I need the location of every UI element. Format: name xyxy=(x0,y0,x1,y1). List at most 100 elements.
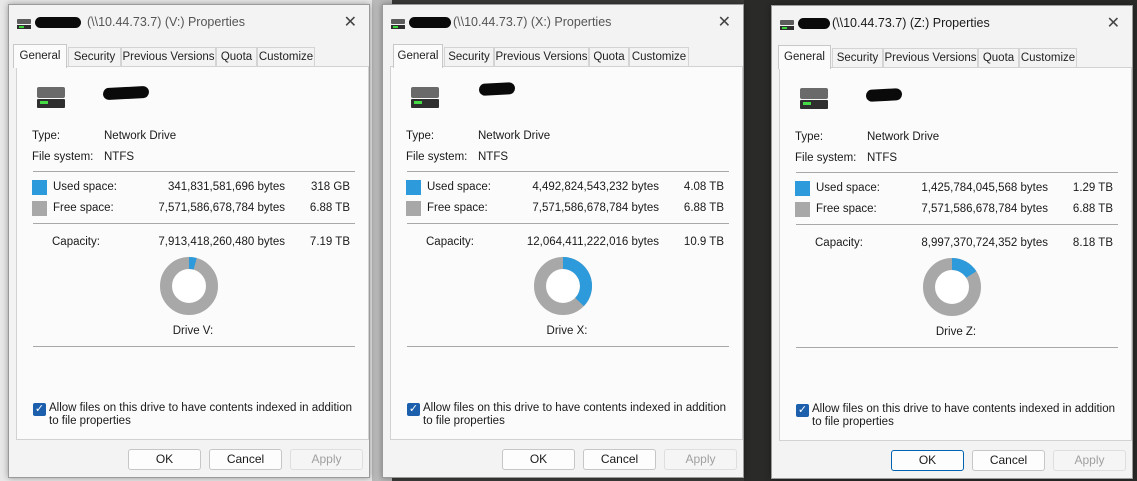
tab-security[interactable]: Security xyxy=(444,47,494,67)
general-panel: Type: Network Drive File system: NTFS Us… xyxy=(390,66,743,440)
index-contents-label[interactable]: Allow files on this drive to have conten… xyxy=(812,403,1122,429)
free-space-label: Free space: xyxy=(53,202,114,214)
capacity-label: Capacity: xyxy=(426,236,474,248)
drive-icon xyxy=(798,86,832,112)
file-system-label: File system: xyxy=(795,152,857,164)
usage-donut-chart xyxy=(534,257,592,315)
separator xyxy=(33,346,355,347)
free-space-label: Free space: xyxy=(816,203,877,215)
close-button[interactable]: ✕ xyxy=(718,12,731,32)
drive-label: Drive V: xyxy=(172,325,214,337)
type-label: Type: xyxy=(795,131,824,143)
close-button[interactable]: ✕ xyxy=(344,12,357,32)
capacity-bytes: 8,997,370,724,352 bytes xyxy=(921,237,1048,249)
ok-button[interactable]: OK xyxy=(502,449,575,470)
cancel-button[interactable]: Cancel xyxy=(583,449,656,470)
index-contents-label[interactable]: Allow files on this drive to have conten… xyxy=(423,402,733,428)
properties-dialog-z: (\\10.44.73.7) (Z:) Properties ✕ General… xyxy=(771,5,1133,479)
free-space-short: 6.88 TB xyxy=(309,202,350,214)
tab-customize[interactable]: Customize xyxy=(1019,48,1077,68)
capacity-label: Capacity: xyxy=(52,236,100,248)
usage-donut-chart xyxy=(923,258,981,316)
file-system-value: NTFS xyxy=(478,151,509,163)
apply-button[interactable]: Apply xyxy=(664,449,737,470)
tab-general[interactable]: General xyxy=(778,45,831,69)
network-drive-icon xyxy=(780,20,794,30)
type-value: Network Drive xyxy=(104,130,177,142)
type-label: Type: xyxy=(32,130,61,142)
close-button[interactable]: ✕ xyxy=(1107,13,1120,33)
apply-button[interactable]: Apply xyxy=(290,449,363,470)
free-space-swatch xyxy=(32,201,47,216)
ok-button[interactable]: OK xyxy=(891,450,964,471)
separator xyxy=(407,346,729,347)
capacity-short: 8.18 TB xyxy=(1072,237,1113,249)
separator xyxy=(407,223,729,224)
free-space-swatch xyxy=(795,202,810,217)
drive-label: Drive X: xyxy=(546,325,588,337)
cancel-button[interactable]: Cancel xyxy=(209,449,282,470)
tab-previous-versions[interactable]: Previous Versions xyxy=(883,48,978,68)
tab-quota[interactable]: Quota xyxy=(216,47,257,67)
redacted-share-name xyxy=(409,17,451,28)
apply-button[interactable]: Apply xyxy=(1053,450,1126,471)
cancel-button[interactable]: Cancel xyxy=(972,450,1045,471)
used-space-swatch xyxy=(32,180,47,195)
index-contents-checkbox[interactable]: ✓ xyxy=(796,404,809,417)
capacity-label: Capacity: xyxy=(815,237,863,249)
separator xyxy=(33,223,355,224)
separator xyxy=(796,224,1118,225)
redacted-drive-name xyxy=(102,85,150,101)
free-space-bytes: 7,571,586,678,784 bytes xyxy=(921,203,1048,215)
index-contents-label[interactable]: Allow files on this drive to have conten… xyxy=(49,402,359,428)
capacity-bytes: 7,913,418,260,480 bytes xyxy=(158,236,285,248)
used-space-bytes: 341,831,581,696 bytes xyxy=(167,181,285,193)
file-system-label: File system: xyxy=(32,151,94,163)
used-space-short: 1.29 TB xyxy=(1072,182,1113,194)
general-panel: Type: Network Drive File system: NTFS Us… xyxy=(16,66,369,440)
separator xyxy=(796,347,1118,348)
tab-previous-versions[interactable]: Previous Versions xyxy=(494,47,589,67)
used-space-swatch xyxy=(795,181,810,196)
tab-general[interactable]: General xyxy=(393,44,443,68)
tab-security[interactable]: Security xyxy=(68,47,121,67)
network-drive-icon xyxy=(391,19,405,29)
tab-general[interactable]: General xyxy=(13,44,67,68)
used-space-short: 4.08 TB xyxy=(683,181,724,193)
index-contents-checkbox[interactable]: ✓ xyxy=(407,403,420,416)
used-space-bytes: 1,425,784,045,568 bytes xyxy=(921,182,1048,194)
separator xyxy=(407,171,729,172)
separator xyxy=(33,171,355,172)
usage-donut-chart xyxy=(160,256,218,315)
capacity-short: 10.9 TB xyxy=(683,236,724,248)
ok-button[interactable]: OK xyxy=(128,449,201,470)
title-bar: (\\10.44.73.7) (X:) Properties ✕ xyxy=(383,5,743,41)
used-space-bytes: 4,492,824,543,232 bytes xyxy=(532,181,659,193)
type-value: Network Drive xyxy=(867,131,940,143)
tab-customize[interactable]: Customize xyxy=(257,47,315,67)
tab-previous-versions[interactable]: Previous Versions xyxy=(121,47,216,67)
free-space-short: 6.88 TB xyxy=(683,202,724,214)
title-bar: (\\10.44.73.7) (Z:) Properties ✕ xyxy=(772,6,1132,42)
index-contents-checkbox[interactable]: ✓ xyxy=(33,403,46,416)
redacted-share-name xyxy=(798,18,830,29)
redacted-drive-name xyxy=(478,82,516,96)
type-value: Network Drive xyxy=(478,130,551,142)
properties-dialog-v: (\\10.44.73.7) (V:) Properties ✕ General… xyxy=(8,4,370,478)
donut-center xyxy=(935,270,969,304)
free-space-bytes: 7,571,586,678,784 bytes xyxy=(532,202,659,214)
drive-label: Drive Z: xyxy=(935,326,977,338)
title-bar: (\\10.44.73.7) (V:) Properties ✕ xyxy=(9,5,369,41)
tab-quota[interactable]: Quota xyxy=(978,48,1019,68)
redacted-share-name xyxy=(35,17,81,28)
tab-quota[interactable]: Quota xyxy=(589,47,629,67)
drive-icon xyxy=(35,85,69,111)
donut-center xyxy=(546,269,580,303)
donut-center xyxy=(172,269,206,303)
used-space-label: Used space: xyxy=(427,181,491,193)
tab-security[interactable]: Security xyxy=(832,48,883,68)
tab-customize[interactable]: Customize xyxy=(629,47,689,67)
general-panel: Type: Network Drive File system: NTFS Us… xyxy=(779,67,1132,441)
free-space-label: Free space: xyxy=(427,202,488,214)
used-space-short: 318 GB xyxy=(311,181,350,193)
